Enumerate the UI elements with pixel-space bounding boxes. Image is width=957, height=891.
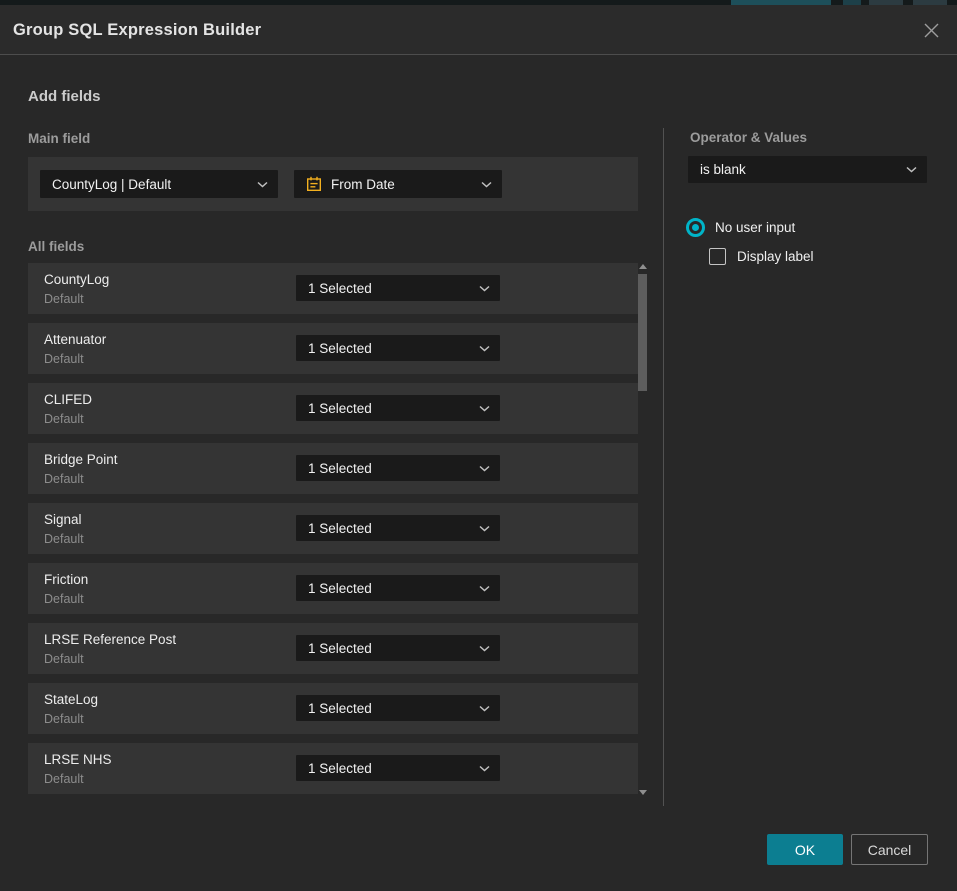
field-row: CLIFED Default 1 Selected [28,383,638,434]
field-selection-dropdown[interactable]: 1 Selected [296,335,500,361]
field-row: StateLog Default 1 Selected [28,683,638,734]
field-name: LRSE NHS [44,752,112,767]
all-fields-list: CountyLog Default 1 Selected Attenuator … [28,263,638,798]
field-selection-value: 1 Selected [308,461,471,476]
field-sublabel: Default [44,652,84,666]
layer-select-value: CountyLog | Default [52,177,249,192]
dialog-header: Group SQL Expression Builder [0,5,957,55]
chevron-down-icon [479,525,490,532]
radio-selected-icon [686,218,705,237]
chevron-down-icon [906,166,917,173]
scroll-up-arrow-icon[interactable] [639,264,647,269]
field-row: Bridge Point Default 1 Selected [28,443,638,494]
chevron-down-icon [479,705,490,712]
field-name: CountyLog [44,272,109,287]
field-name: StateLog [44,692,98,707]
field-selection-value: 1 Selected [308,341,471,356]
field-name: Friction [44,572,88,587]
field-name: Signal [44,512,82,527]
scrollbar-thumb[interactable] [638,274,647,391]
chevron-down-icon [479,465,490,472]
field-name: CLIFED [44,392,92,407]
field-name: Bridge Point [44,452,118,467]
field-selection-dropdown[interactable]: 1 Selected [296,395,500,421]
list-scrollbar[interactable] [638,260,649,800]
field-selection-value: 1 Selected [308,401,471,416]
field-sublabel: Default [44,712,84,726]
field-row: Signal Default 1 Selected [28,503,638,554]
operator-values-label: Operator & Values [690,130,807,145]
field-name: Attenuator [44,332,106,347]
field-selection-dropdown[interactable]: 1 Selected [296,635,500,661]
chevron-down-icon [479,405,490,412]
field-selection-value: 1 Selected [308,521,471,536]
field-name: LRSE Reference Post [44,632,176,647]
layer-select-dropdown[interactable]: CountyLog | Default [40,170,278,198]
chevron-down-icon [481,181,492,188]
display-label-checkbox-row[interactable]: Display label [709,248,814,265]
field-row: Attenuator Default 1 Selected [28,323,638,374]
field-row: LRSE Reference Post Default 1 Selected [28,623,638,674]
scroll-down-arrow-icon[interactable] [639,790,647,795]
close-icon [924,23,939,38]
cancel-button[interactable]: Cancel [851,834,928,865]
field-selection-dropdown[interactable]: 1 Selected [296,575,500,601]
screen: Group SQL Expression Builder Add fields … [0,0,957,891]
field-selection-value: 1 Selected [308,761,471,776]
field-selection-dropdown[interactable]: 1 Selected [296,455,500,481]
field-sublabel: Default [44,292,84,306]
chevron-down-icon [479,585,490,592]
operator-select-value: is blank [700,162,898,177]
calendar-icon [306,176,322,192]
chevron-down-icon [479,285,490,292]
field-selection-value: 1 Selected [308,641,471,656]
main-field-select-dropdown[interactable]: From Date [294,170,502,198]
add-fields-heading: Add fields [28,88,101,105]
chevron-down-icon [479,765,490,772]
dialog-title: Group SQL Expression Builder [13,5,261,55]
field-row: LRSE NHS Default 1 Selected [28,743,638,794]
main-field-label: Main field [28,131,90,146]
ok-button[interactable]: OK [767,834,843,865]
field-selection-value: 1 Selected [308,581,471,596]
group-sql-expression-builder-dialog: Group SQL Expression Builder Add fields … [0,5,957,891]
field-sublabel: Default [44,532,84,546]
close-button[interactable] [919,18,943,42]
field-selection-dropdown[interactable]: 1 Selected [296,695,500,721]
field-sublabel: Default [44,412,84,426]
field-selection-dropdown[interactable]: 1 Selected [296,755,500,781]
chevron-down-icon [257,181,268,188]
no-user-input-radio[interactable]: No user input [686,218,795,237]
field-row: Friction Default 1 Selected [28,563,638,614]
field-selection-value: 1 Selected [308,281,471,296]
chevron-down-icon [479,345,490,352]
all-fields-label: All fields [28,239,84,254]
field-sublabel: Default [44,352,84,366]
field-selection-value: 1 Selected [308,701,471,716]
field-selection-dropdown[interactable]: 1 Selected [296,515,500,541]
field-sublabel: Default [44,472,84,486]
panel-divider [663,128,664,806]
field-selection-dropdown[interactable]: 1 Selected [296,275,500,301]
field-sublabel: Default [44,592,84,606]
no-user-input-label: No user input [715,220,795,235]
checkbox-unchecked-icon[interactable] [709,248,726,265]
operator-select-dropdown[interactable]: is blank [688,156,927,183]
chevron-down-icon [479,645,490,652]
main-field-select-value: From Date [331,177,473,192]
field-row: CountyLog Default 1 Selected [28,263,638,314]
field-sublabel: Default [44,772,84,786]
main-field-panel: CountyLog | Default From Date [28,157,638,211]
display-label-text: Display label [737,249,814,264]
